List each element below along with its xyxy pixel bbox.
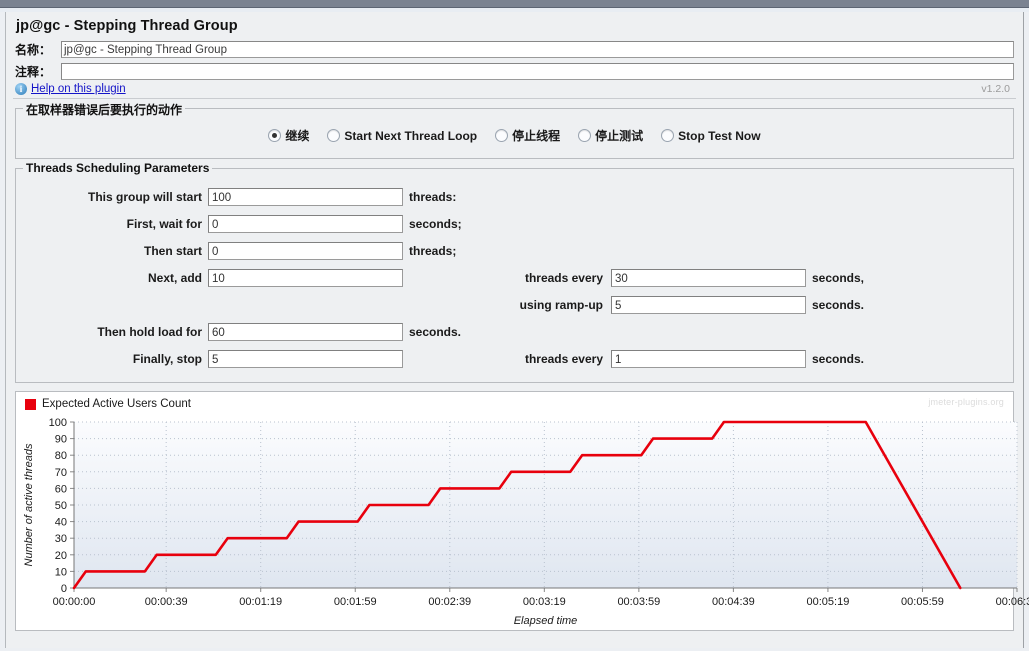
scheduling-rows: This group will start 100 threads: First… — [22, 179, 1007, 374]
name-input[interactable]: jp@gc - Stepping Thread Group — [61, 41, 1014, 58]
radio-icon[interactable] — [495, 129, 509, 142]
legend-color-swatch — [25, 398, 36, 410]
svg-text:00:01:59: 00:01:59 — [334, 596, 377, 608]
svg-text:00:05:19: 00:05:19 — [807, 596, 850, 608]
help-row: i Help on this plugin v1.2.0 — [6, 80, 1023, 95]
scheduling-row-hold-load: Then hold load for 60 seconds. — [22, 318, 1007, 345]
expected-users-chart: Expected Active Users Count jmeter-plugi… — [15, 391, 1029, 631]
svg-text:00:03:59: 00:03:59 — [617, 596, 660, 608]
comment-row: 注释： — [6, 63, 1023, 80]
radio-option-stop-test-now[interactable]: Stop Test Now — [661, 128, 761, 143]
field-suffix: seconds. — [409, 324, 462, 339]
version-label: v1.2.0 — [981, 83, 1010, 95]
svg-text:70: 70 — [55, 467, 67, 479]
stop-threads-every-input[interactable]: 1 — [611, 349, 806, 368]
chart-plot-area: 0 10 20 30 40 50 60 70 80 90 100 00:00:00 00:00:39 00… — [16, 414, 1029, 630]
field-suffix: threads: — [409, 189, 457, 204]
scheduling-row-next-add: Next, add 10 threads every 30 seconds, — [22, 264, 1007, 291]
svg-text:90: 90 — [55, 434, 67, 446]
page-title: jp@gc - Stepping Thread Group — [16, 18, 238, 34]
svg-text:00:06:39: 00:06:39 — [996, 596, 1029, 608]
svg-text:100: 100 — [49, 417, 67, 429]
svg-text:00:00:00: 00:00:00 — [53, 596, 96, 608]
radio-label: 继续 — [285, 129, 310, 143]
radio-option-continue[interactable]: 继续 — [268, 127, 309, 144]
field-suffix: seconds; — [409, 216, 462, 231]
chart-svg: 0 10 20 30 40 50 60 70 80 90 100 00:00:00 00:00:39 00… — [23, 417, 1029, 627]
window-titlebar — [0, 0, 1029, 8]
radio-icon[interactable] — [578, 129, 592, 142]
field-suffix: threads; — [409, 243, 457, 258]
radio-label: Start Next Thread Loop — [344, 128, 478, 143]
field-suffix: seconds. — [812, 351, 865, 366]
error-action-radios: 继续 Start Next Thread Loop 停止线程 停止测试 Stop… — [22, 119, 1007, 150]
error-action-group-title: 在取样器错误后要执行的动作 — [23, 101, 186, 118]
field-label: Next, add — [147, 270, 202, 285]
svg-text:00:01:19: 00:01:19 — [239, 596, 282, 608]
name-row: 名称： jp@gc - Stepping Thread Group — [6, 41, 1023, 58]
svg-text:Elapsed time: Elapsed time — [514, 615, 578, 627]
first-wait-for-input[interactable]: 0 — [208, 214, 403, 233]
comment-input[interactable] — [61, 63, 1014, 80]
info-icon: i — [15, 83, 27, 95]
svg-text:20: 20 — [55, 550, 67, 562]
threads-every-interval-input[interactable]: 30 — [611, 268, 806, 287]
svg-text:40: 40 — [55, 517, 67, 529]
radio-option-start-next-thread-loop[interactable]: Start Next Thread Loop — [327, 129, 477, 143]
svg-text:10: 10 — [55, 566, 67, 578]
radio-label: Stop Test Now — [678, 128, 761, 143]
divider — [13, 98, 1016, 99]
legend-label: Expected Active Users Count — [42, 398, 191, 410]
field-label: First, wait for — [126, 216, 202, 231]
scheduling-row-then-start: Then start 0 threads; — [22, 237, 1007, 264]
field-mid-label: using ramp-up — [519, 297, 603, 312]
stepping-thread-group-panel: jp@gc - Stepping Thread Group 名称： jp@gc … — [5, 12, 1029, 648]
watermark-label: jmeter-plugins.org — [928, 397, 1004, 407]
field-label: Then hold load for — [97, 324, 202, 339]
scheduling-row-ramp-up: using ramp-up 5 seconds. — [22, 291, 1007, 318]
svg-text:30: 30 — [55, 533, 67, 545]
help-on-this-plugin-link[interactable]: Help on this plugin — [31, 83, 126, 95]
svg-text:0: 0 — [61, 583, 67, 595]
threads-scheduling-group-title: Threads Scheduling Parameters — [23, 161, 213, 175]
name-label: 名称： — [15, 43, 52, 57]
svg-text:00:04:39: 00:04:39 — [712, 596, 755, 608]
svg-text:00:03:19: 00:03:19 — [523, 596, 566, 608]
radio-label: 停止测试 — [595, 129, 644, 143]
svg-text:00:02:39: 00:02:39 — [428, 596, 471, 608]
field-label: This group will start — [87, 189, 202, 204]
svg-text:00:00:39: 00:00:39 — [145, 596, 188, 608]
then-hold-load-for-input[interactable]: 60 — [208, 322, 403, 341]
radio-icon[interactable] — [327, 129, 341, 142]
radio-option-stop-thread[interactable]: 停止线程 — [495, 127, 560, 144]
field-label: Finally, stop — [132, 351, 202, 366]
finally-stop-input[interactable]: 5 — [208, 349, 403, 368]
scheduling-row-finally-stop: Finally, stop 5 threads every 1 seconds. — [22, 345, 1007, 372]
comment-label: 注释： — [15, 65, 52, 79]
scheduling-row-first-wait: First, wait for 0 seconds; — [22, 210, 1007, 237]
scheduling-row-group-start: This group will start 100 threads: — [22, 183, 1007, 210]
next-add-input[interactable]: 10 — [208, 268, 403, 287]
field-mid-label: threads every — [524, 270, 603, 285]
svg-text:Number of active threads: Number of active threads — [23, 443, 35, 566]
field-suffix: seconds. — [812, 297, 865, 312]
then-start-input[interactable]: 0 — [208, 241, 403, 260]
radio-icon[interactable] — [268, 129, 282, 142]
field-mid-label: threads every — [524, 351, 603, 366]
svg-text:50: 50 — [55, 500, 67, 512]
this-group-will-start-input[interactable]: 100 — [208, 187, 403, 206]
field-suffix: seconds, — [812, 270, 865, 285]
using-ramp-up-input[interactable]: 5 — [611, 295, 806, 314]
field-label: Then start — [143, 243, 202, 258]
radio-option-stop-test[interactable]: 停止测试 — [578, 127, 643, 144]
radio-label: 停止线程 — [512, 129, 561, 143]
svg-text:60: 60 — [55, 483, 67, 495]
radio-icon[interactable] — [661, 129, 675, 142]
threads-scheduling-group: Threads Scheduling Parameters This group… — [15, 161, 1014, 383]
svg-text:00:05:59: 00:05:59 — [901, 596, 944, 608]
svg-text:80: 80 — [55, 450, 67, 462]
error-action-group: 在取样器错误后要执行的动作 继续 Start Next Thread Loop … — [15, 101, 1014, 159]
chart-legend: Expected Active Users Count — [16, 392, 1013, 410]
